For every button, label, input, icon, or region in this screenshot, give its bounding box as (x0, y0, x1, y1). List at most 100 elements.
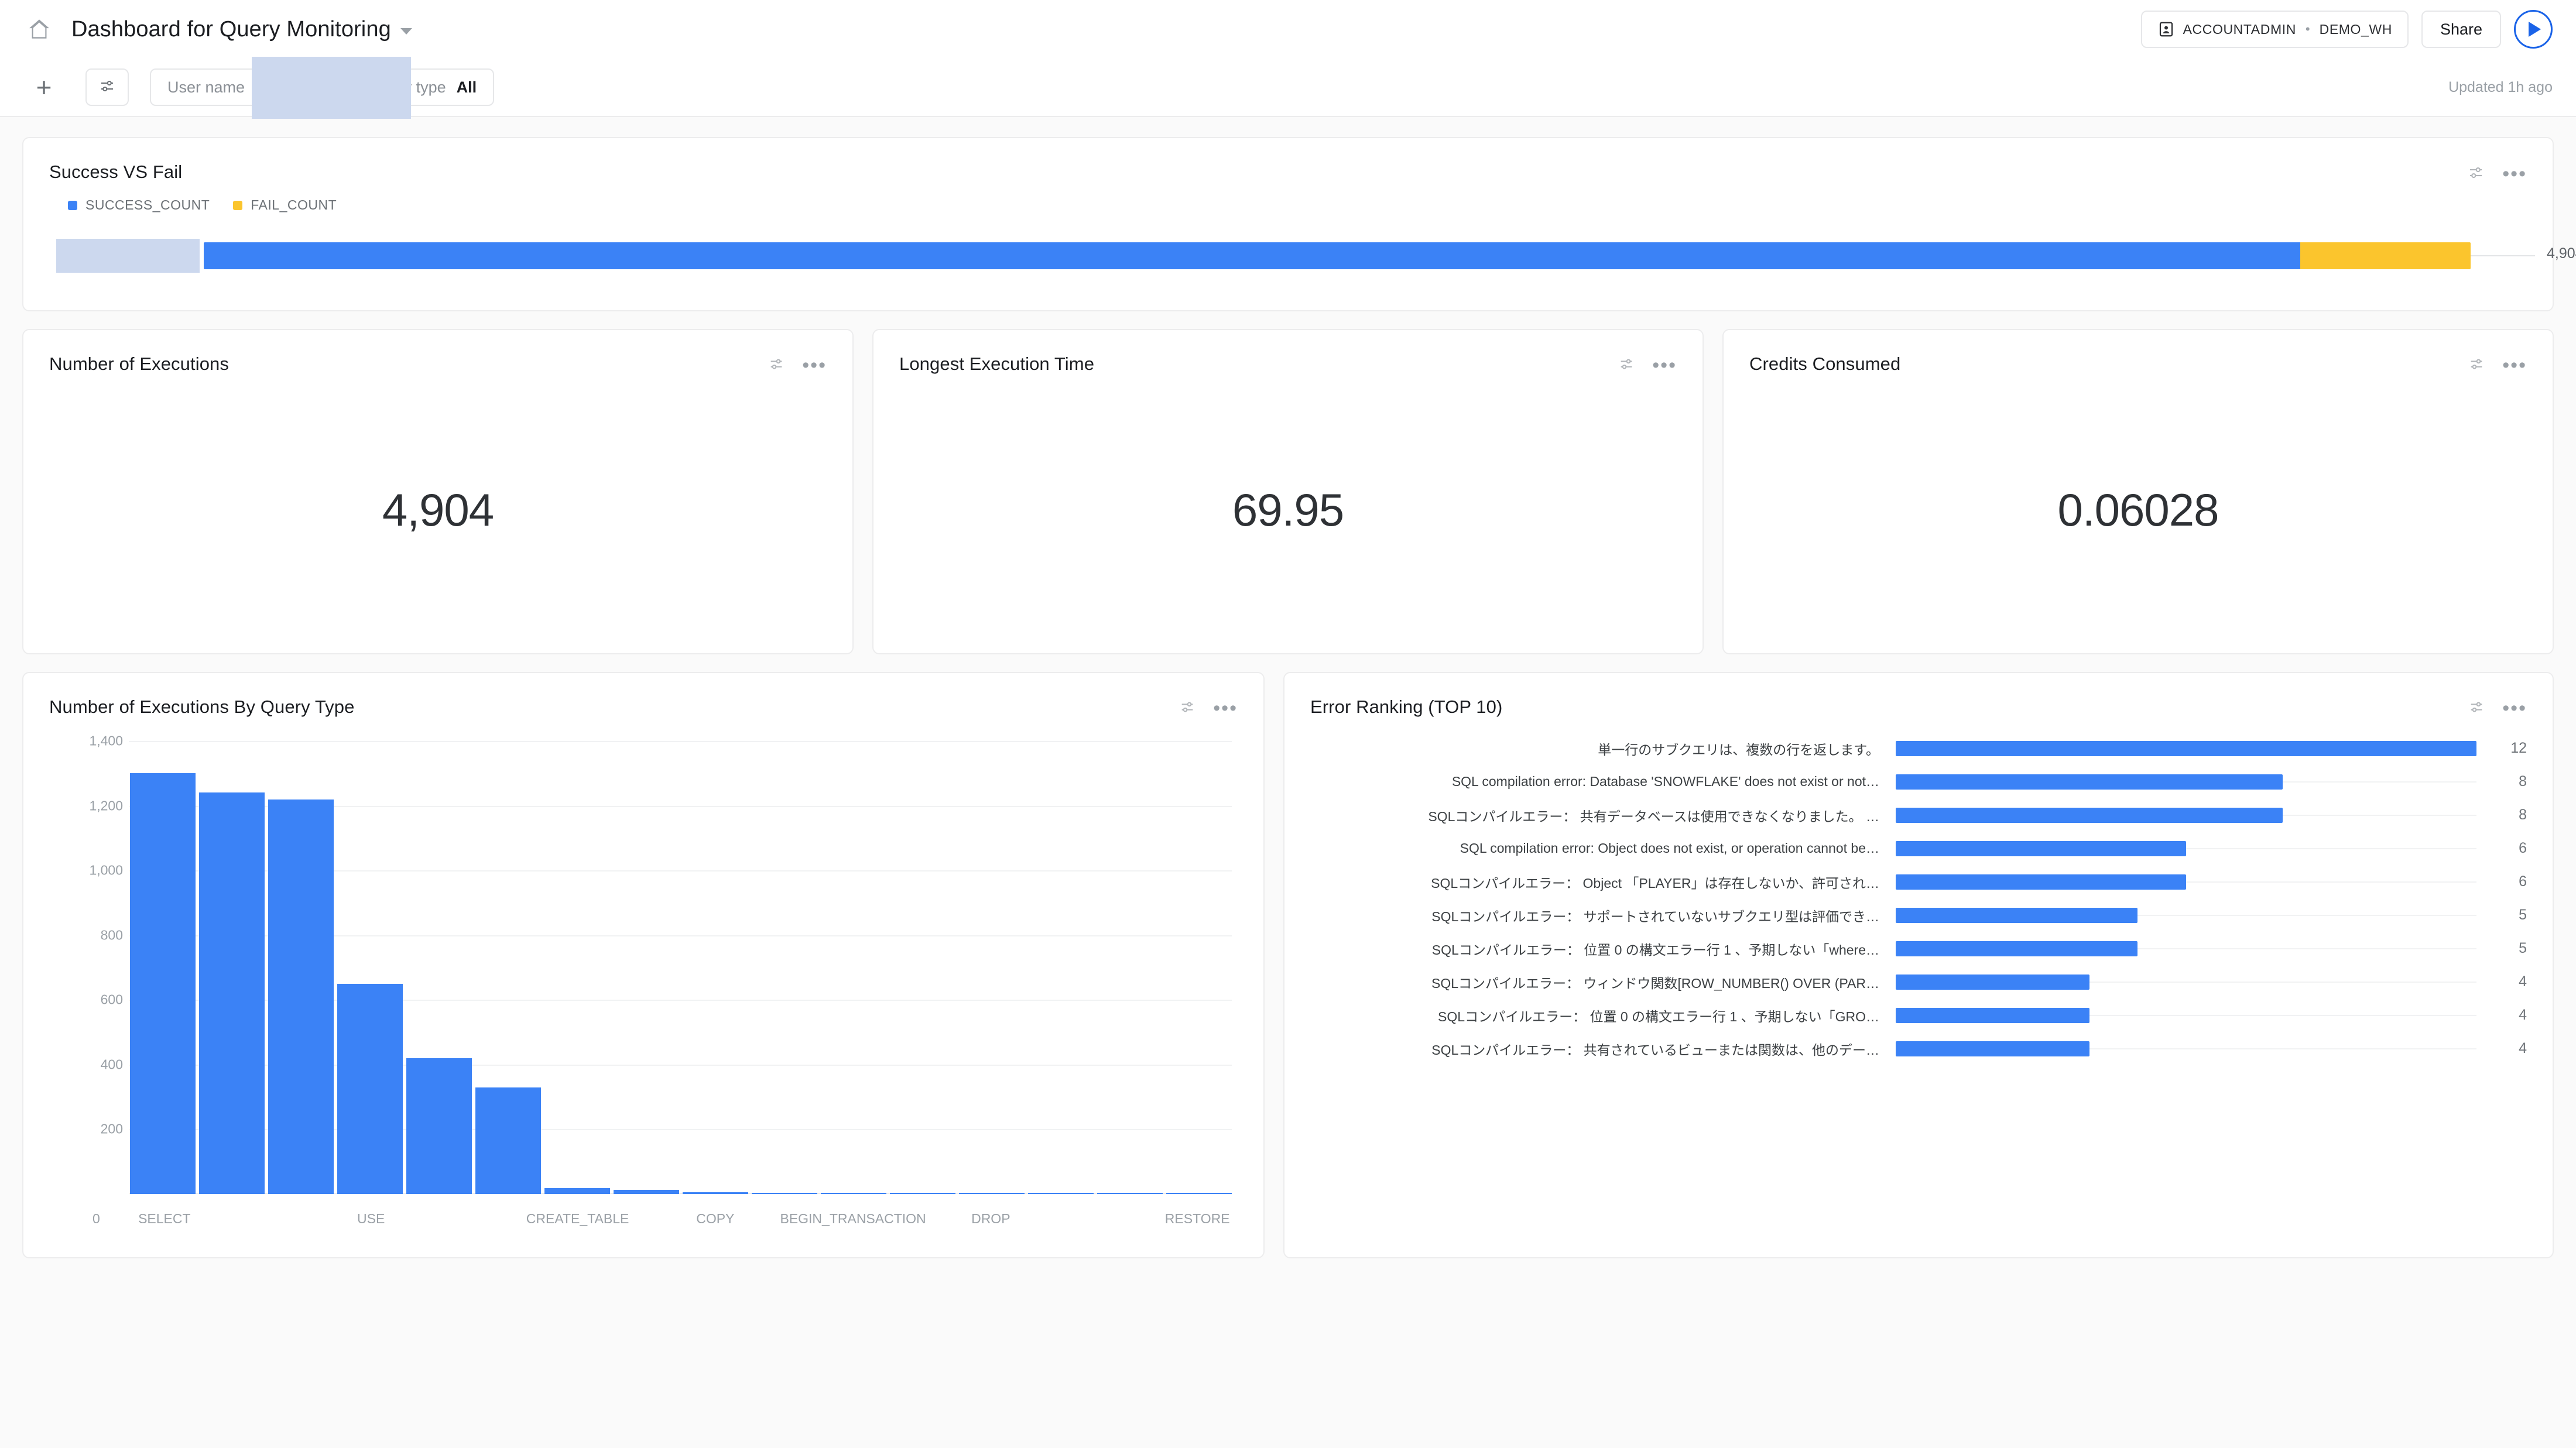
error-count-value: 6 (2519, 840, 2527, 856)
error-count-value: 5 (2519, 940, 2527, 956)
error-ranking-row[interactable]: SQLコンパイルエラー： Object 「PLAYER」は存在しないか、許可され… (1310, 865, 2527, 898)
error-bar[interactable] (1896, 907, 2138, 923)
bar[interactable] (890, 1193, 955, 1194)
error-ranking-row[interactable]: SQLコンパイルエラー： 共有されているビューまたは関数は、他のデー… 4 (1310, 1032, 2527, 1065)
error-bar[interactable] (1896, 840, 2186, 856)
x-axis-tick-label: SELECT (138, 1211, 191, 1226)
stacked-bar[interactable] (204, 242, 2471, 269)
y-axis-tick-label: 400 (100, 1056, 123, 1072)
card-header: Number of Executions By Query Type ••• (23, 673, 1263, 718)
more-options-icon[interactable]: ••• (1213, 698, 1238, 718)
error-bar[interactable] (1896, 974, 2089, 990)
bar[interactable] (683, 1192, 748, 1194)
error-ranking-row[interactable]: 単一行のサブクエリは、複数の行を返します。 12 (1310, 732, 2527, 765)
bar[interactable] (544, 1188, 610, 1194)
card-number-of-executions: Number of Executions ••• 4,904 (22, 329, 854, 654)
filter-settings-icon[interactable] (1618, 356, 1635, 375)
redacted-username-value (252, 57, 411, 119)
more-options-icon[interactable]: ••• (1652, 355, 1677, 375)
error-bar[interactable] (1896, 874, 2186, 890)
error-ranking-row[interactable]: SQLコンパイルエラー： ウィンドウ関数[ROW_NUMBER() OVER (… (1310, 965, 2527, 998)
filter-settings-icon[interactable] (2468, 699, 2485, 718)
bar[interactable] (475, 1087, 541, 1194)
y-axis-tick-label: 200 (100, 1121, 123, 1137)
card-actions: ••• (1179, 698, 1238, 718)
error-bar-track (1896, 874, 2476, 890)
error-message-label: 単一行のサブクエリは、複数の行を返します。 (1598, 742, 1879, 757)
filter-settings-icon[interactable] (2467, 164, 2485, 184)
bar[interactable] (614, 1190, 679, 1194)
run-button[interactable] (2514, 10, 2553, 49)
error-message-label: SQLコンパイルエラー： 共有データベースは使用できなくなりました。 … (1428, 808, 1879, 824)
bar[interactable] (337, 983, 403, 1194)
error-ranking-row[interactable]: SQL compilation error: Database 'SNOWFLA… (1310, 765, 2527, 798)
more-options-icon[interactable]: ••• (2502, 164, 2527, 184)
play-icon (2529, 22, 2541, 37)
error-ranking-row[interactable]: SQLコンパイルエラー： サポートされていないサブクエリ型は評価でき… 5 (1310, 898, 2527, 932)
role-label: ACCOUNTADMIN (2183, 21, 2296, 37)
username-time-filter-chip[interactable]: User name All time (150, 57, 411, 119)
bar[interactable] (268, 799, 334, 1194)
kpi-value-executions: 4,904 (382, 484, 494, 536)
x-axis-tick-label: CREATE_TABLE (526, 1211, 629, 1226)
error-bar[interactable] (1896, 941, 2138, 956)
bar[interactable] (1166, 1193, 1232, 1194)
bar[interactable] (406, 1058, 472, 1194)
error-message-label: SQLコンパイルエラー： 位置 0 の構文エラー行 1 、予期しない「where… (1431, 942, 1879, 958)
error-count-value: 4 (2519, 1007, 2527, 1023)
bar-total-value: 4,904 (2547, 245, 2576, 262)
value-leader-line (2471, 255, 2535, 256)
error-ranking-row[interactable]: SQLコンパイルエラー： 位置 0 の構文エラー行 1 、予期しない「where… (1310, 932, 2527, 965)
bar[interactable] (199, 792, 265, 1194)
legend-label-success: SUCCESS_COUNT (85, 197, 210, 212)
role-warehouse-chip[interactable]: ACCOUNTADMIN • DEMO_WH (2140, 11, 2409, 48)
share-button[interactable]: Share (2421, 11, 2501, 48)
filter-settings-button[interactable] (85, 68, 129, 106)
filter-settings-icon[interactable] (2468, 356, 2485, 375)
bar-segment-fail[interactable] (2300, 242, 2471, 269)
bar-series (130, 741, 1232, 1194)
x-axis-tick-label: DROP (971, 1211, 1010, 1226)
error-bar[interactable] (1896, 1007, 2089, 1023)
bar[interactable] (821, 1193, 886, 1194)
bar[interactable] (752, 1192, 817, 1194)
separator-dot: • (2305, 22, 2310, 36)
error-bar[interactable] (1896, 1041, 2089, 1056)
error-bar[interactable] (1896, 807, 2283, 823)
error-message-label: SQLコンパイルエラー： サポートされていないサブクエリ型は評価でき… (1431, 908, 1879, 924)
card-error-ranking: Error Ranking (TOP 10) ••• 単一行のサブクエリは、複数… (1283, 672, 2554, 1258)
filter-settings-icon[interactable] (768, 356, 785, 375)
user-badge-icon (2157, 20, 2175, 38)
error-ranking-row[interactable]: SQL compilation error: Object does not e… (1310, 832, 2527, 865)
bar[interactable] (130, 773, 196, 1194)
add-filter-button[interactable]: + (29, 74, 59, 101)
bar[interactable] (1028, 1193, 1094, 1194)
error-bar[interactable] (1896, 774, 2283, 790)
error-bar-track (1896, 740, 2476, 756)
more-options-icon[interactable]: ••• (2502, 355, 2527, 375)
error-bar-track (1896, 974, 2476, 990)
more-options-icon[interactable]: ••• (2502, 698, 2527, 718)
bar-segment-success[interactable] (204, 242, 2300, 269)
error-count-value: 8 (2519, 773, 2527, 790)
error-bar-track (1896, 907, 2476, 923)
filter-settings-icon[interactable] (1179, 699, 1195, 718)
card-actions: ••• (2467, 164, 2527, 184)
error-bar[interactable] (1896, 740, 2476, 756)
error-bar-track (1896, 941, 2476, 956)
card-actions: ••• (768, 355, 827, 375)
home-icon[interactable] (26, 16, 53, 43)
error-ranking-row[interactable]: SQLコンパイルエラー： 共有データベースは使用できなくなりました。 … 8 (1310, 798, 2527, 832)
more-options-icon[interactable]: ••• (802, 355, 827, 375)
error-count-value: 8 (2519, 807, 2527, 823)
dashboard-title-wrap[interactable]: Dashboard for Query Monitoring (71, 17, 412, 42)
card-header: Credits Consumed ••• (1724, 330, 2553, 375)
bar[interactable] (959, 1193, 1025, 1194)
redacted-category-label (56, 239, 200, 273)
chevron-down-icon[interactable] (400, 28, 412, 35)
error-count-value: 5 (2519, 907, 2527, 923)
bar[interactable] (1097, 1193, 1163, 1194)
top-bar: Dashboard for Query Monitoring ACCOUNTAD… (0, 0, 2576, 59)
card-header: Error Ranking (TOP 10) ••• (1284, 673, 2553, 718)
error-ranking-row[interactable]: SQLコンパイルエラー： 位置 0 の構文エラー行 1 、予期しない「GRO… 4 (1310, 998, 2527, 1032)
